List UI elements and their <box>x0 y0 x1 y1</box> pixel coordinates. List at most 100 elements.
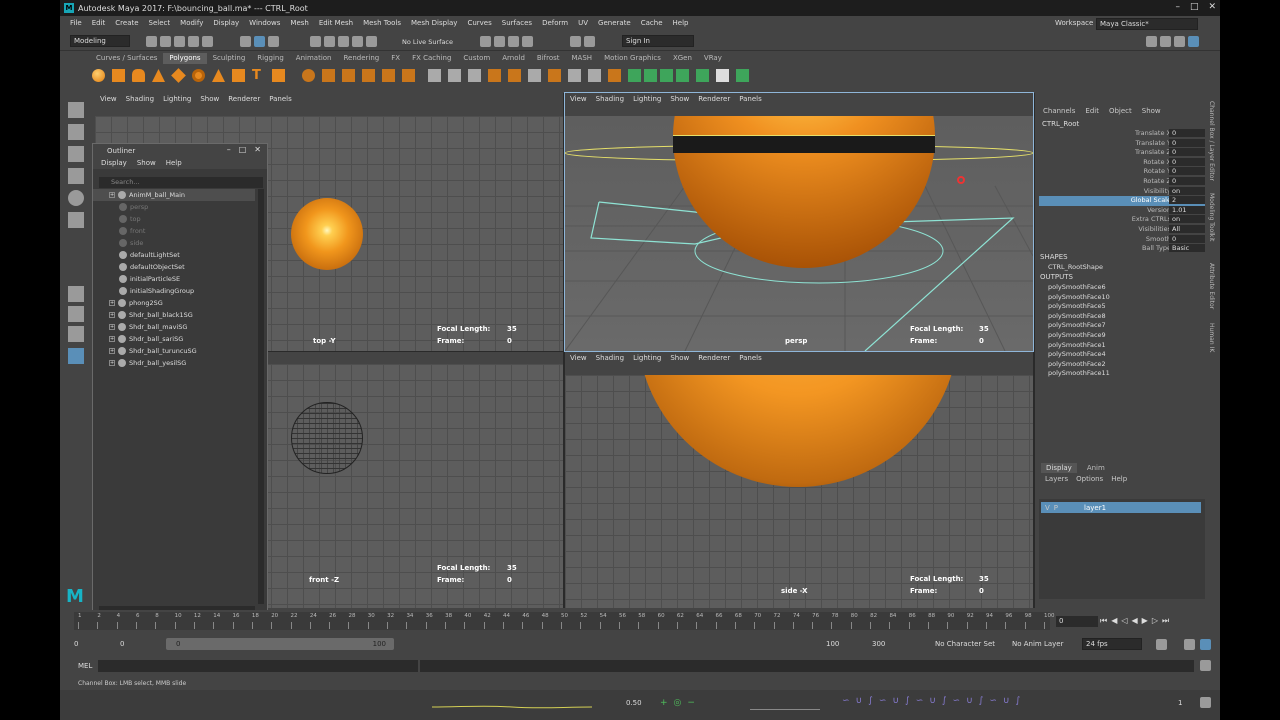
expand-toggle-icon[interactable]: + <box>109 312 115 318</box>
menuset-dropdown[interactable]: Modeling <box>70 35 130 47</box>
shelf-tab-rigging[interactable]: Rigging <box>251 53 290 64</box>
menu-surfaces[interactable]: Surfaces <box>502 19 532 27</box>
planar-map-icon[interactable] <box>588 69 601 82</box>
curve-tool-11-icon[interactable]: ∪ <box>966 696 973 706</box>
goto-start-button[interactable]: ⏮ <box>1100 616 1107 626</box>
outliner-menu-help[interactable]: Help <box>166 159 182 167</box>
menu-mesh-display[interactable]: Mesh Display <box>411 19 457 27</box>
shelf-tab-mash[interactable]: MASH <box>566 53 599 64</box>
auto-map-icon[interactable] <box>608 69 621 82</box>
ipr-render-icon[interactable] <box>494 36 505 47</box>
extrude-icon[interactable] <box>428 69 441 82</box>
curve-tool-12-icon[interactable]: ∫ <box>979 696 984 706</box>
save-scene-icon[interactable] <box>174 36 185 47</box>
single-view-icon[interactable] <box>68 286 84 302</box>
channel-row[interactable]: Extra CTRLs on <box>1039 215 1205 225</box>
channel-row[interactable]: Smooth 0 <box>1039 234 1205 245</box>
channel-row[interactable]: Rotate Z0 <box>1039 177 1205 187</box>
shelf-tab-rendering[interactable]: Rendering <box>337 53 385 64</box>
panel-menu-renderer[interactable]: Renderer <box>698 95 730 103</box>
snap-surface-icon[interactable] <box>366 36 377 47</box>
channel-label[interactable]: Translate Y <box>1135 139 1171 147</box>
paint-select-icon[interactable] <box>68 146 84 162</box>
output-node[interactable]: polySmoothFace8 <box>1048 312 1106 320</box>
fps-dropdown[interactable]: 24 fps <box>1082 638 1142 650</box>
channel-row[interactable]: Rotate Y0 <box>1039 167 1205 177</box>
viewport-canvas[interactable]: Focal Length: 35 side -X Frame: 0 <box>565 375 1033 608</box>
uv-editor-icon[interactable] <box>568 69 581 82</box>
output-node[interactable]: polySmoothFace6 <box>1048 283 1106 291</box>
channel-row[interactable]: Rotate X0 <box>1039 157 1205 168</box>
chbox-tab-edit[interactable]: Edit <box>1085 107 1099 115</box>
step-back-button[interactable]: ◁ <box>1121 616 1127 626</box>
poly-pyramid-icon[interactable] <box>212 69 225 82</box>
channel-value[interactable]: 0 <box>1169 234 1205 243</box>
command-input[interactable] <box>98 660 418 672</box>
separate-icon[interactable] <box>322 69 335 82</box>
curve-tool-4-icon[interactable]: ∽ <box>879 696 887 706</box>
menu-generate[interactable]: Generate <box>598 19 631 27</box>
expand-toggle-icon[interactable]: + <box>109 300 115 306</box>
outliner-row[interactable]: defaultLightSet <box>93 249 255 261</box>
curve-tool-6-icon[interactable]: ∫ <box>905 696 910 706</box>
menu-mesh-tools[interactable]: Mesh Tools <box>363 19 401 27</box>
panel-menu-show[interactable]: Show <box>670 95 689 103</box>
playblast-icon[interactable] <box>570 36 581 47</box>
shelf-tab-motion-graphics[interactable]: Motion Graphics <box>598 53 667 64</box>
channel-label[interactable]: Ball Type <box>1142 244 1171 252</box>
output-node[interactable]: polySmoothFace10 <box>1048 293 1110 301</box>
channel-box-icon[interactable] <box>1188 36 1199 47</box>
close-button[interactable]: ✕ <box>1208 2 1216 12</box>
step-back-key-button[interactable]: ◀ <box>1111 616 1117 626</box>
panel-menu-lighting[interactable]: Lighting <box>633 354 661 362</box>
snap-curve-icon[interactable] <box>324 36 335 47</box>
playback-end-field[interactable]: 100 <box>826 640 839 648</box>
channel-label[interactable]: Extra CTRLs <box>1132 215 1171 223</box>
menu-edit-mesh[interactable]: Edit Mesh <box>319 19 353 27</box>
time-slider[interactable]: 1 2 4 6 8 10 12 14 16 18 20 22 24 26 28 30 32 34 36 38 40 42 4… <box>60 610 1220 634</box>
side-tab-attribute-editor[interactable]: Attribute Editor <box>1208 263 1215 309</box>
menu-select[interactable]: Select <box>149 19 171 27</box>
channel-label[interactable]: Global Scale <box>1131 196 1171 204</box>
outliner-row[interactable]: + phong2SG <box>93 297 255 309</box>
outliner-row[interactable]: persp <box>93 201 255 213</box>
channel-label[interactable]: Smooth <box>1146 235 1171 243</box>
ball-mesh[interactable] <box>637 375 959 487</box>
play-back-button[interactable]: ◀ <box>1132 616 1138 626</box>
extract-icon[interactable] <box>342 69 355 82</box>
panel-toolbar[interactable] <box>565 363 1033 375</box>
shape-node[interactable]: CTRL_RootShape <box>1048 263 1103 271</box>
menu-display[interactable]: Display <box>213 19 239 27</box>
poly-plane-icon[interactable] <box>171 68 186 83</box>
undo-icon[interactable] <box>188 36 199 47</box>
layer-name[interactable]: layer1 <box>1084 504 1106 512</box>
curve-tool-15-icon[interactable]: ∫ <box>1016 696 1021 706</box>
fill-hole-icon[interactable] <box>488 69 501 82</box>
outliner-layout-icon[interactable] <box>68 348 84 364</box>
goto-end-button[interactable]: ⏭ <box>1162 616 1169 626</box>
outliner-restore-button[interactable]: □ <box>239 145 247 154</box>
select-tool-icon[interactable] <box>68 102 84 118</box>
outliner-row[interactable]: + Shdr_ball_yesilSG <box>93 357 255 369</box>
channel-row[interactable]: Translate Z0 <box>1039 148 1205 158</box>
combine-icon[interactable] <box>302 69 315 82</box>
channel-label[interactable]: Version <box>1147 206 1171 214</box>
value-field[interactable]: 0.50 <box>626 699 642 707</box>
sign-in-button[interactable]: Sign In <box>622 35 694 47</box>
chbox-tab-object[interactable]: Object <box>1109 107 1132 115</box>
rotate-tool-icon[interactable] <box>68 190 84 206</box>
select-component-icon[interactable] <box>268 36 279 47</box>
panel-menu-show[interactable]: Show <box>200 95 219 103</box>
output-node[interactable]: polySmoothFace4 <box>1048 350 1106 358</box>
shelf-tab-bifrost[interactable]: Bifrost <box>531 53 566 64</box>
poly-cube-icon[interactable] <box>112 69 125 82</box>
anim-end-field[interactable]: 300 <box>872 640 885 648</box>
panel-menu-panels[interactable]: Panels <box>269 95 292 103</box>
outliner-vscrollbar[interactable] <box>258 189 264 604</box>
panel-menu-renderer[interactable]: Renderer <box>698 354 730 362</box>
outliner-row[interactable]: + Shdr_ball_turuncuSG <box>93 345 255 357</box>
merge-icon[interactable] <box>548 69 561 82</box>
settings-gear-icon[interactable] <box>1200 697 1211 708</box>
snap-grid-icon[interactable] <box>310 36 321 47</box>
channel-value[interactable]: 0 <box>1169 177 1205 185</box>
